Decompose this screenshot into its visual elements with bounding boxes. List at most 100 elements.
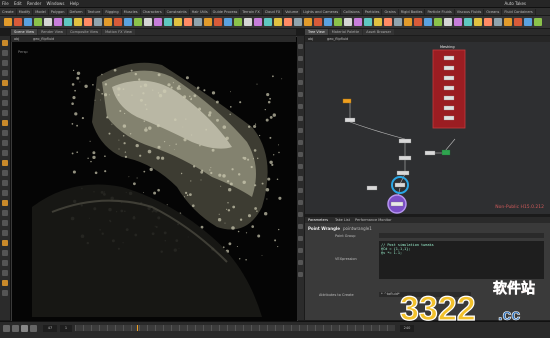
shelf-tool-icon[interactable]: [534, 18, 542, 26]
playhead[interactable]: [136, 325, 138, 331]
null1-node[interactable]: [366, 185, 378, 191]
shelf-tool-icon[interactable]: [284, 18, 292, 26]
viewport-tool-icon[interactable]: [2, 230, 8, 236]
display-option-icon[interactable]: [298, 248, 303, 253]
meshing-node[interactable]: [443, 95, 455, 101]
meshing-node[interactable]: [443, 105, 455, 111]
shelf-tool-icon[interactable]: [184, 18, 192, 26]
menu-file[interactable]: File: [0, 0, 11, 7]
shelf-tool-icon[interactable]: [24, 18, 32, 26]
viewport-tool-icon[interactable]: [2, 40, 8, 46]
shelf-tab[interactable]: Collisions: [341, 9, 363, 15]
display-option-icon[interactable]: [298, 200, 303, 205]
display-option-icon[interactable]: [298, 152, 303, 157]
meshing-node[interactable]: [443, 85, 455, 91]
node-name-field[interactable]: pointwrangle1: [343, 226, 372, 231]
display-option-icon[interactable]: [298, 56, 303, 61]
shelf-tab[interactable]: Model: [33, 9, 49, 15]
viewport-persp-label[interactable]: Persp: [18, 50, 28, 54]
viewport-tool-icon[interactable]: [2, 160, 8, 166]
scene-viewport[interactable]: [11, 36, 298, 322]
flipsolver-node[interactable]: [344, 117, 356, 123]
shelf-tool-icon[interactable]: [204, 18, 212, 26]
shelf-tool-icon[interactable]: [244, 18, 252, 26]
flip-source-node[interactable]: [342, 98, 352, 104]
tab-take-list[interactable]: Take List: [335, 217, 350, 223]
shelf-tool-icon[interactable]: [344, 18, 352, 26]
shelf-tool-icon[interactable]: [514, 18, 522, 26]
shelf-tool-icon[interactable]: [454, 18, 462, 26]
shelf-tool-icon[interactable]: [324, 18, 332, 26]
tab-scene-view[interactable]: Scene View: [11, 29, 38, 35]
shelf-tool-icon[interactable]: [34, 18, 42, 26]
viewport-tool-icon[interactable]: [2, 50, 8, 56]
viewport-tool-icon[interactable]: [2, 130, 8, 136]
display-option-icon[interactable]: [298, 68, 303, 73]
play-back-icon[interactable]: [3, 325, 10, 332]
green-null-node[interactable]: [441, 149, 451, 156]
shelf-tab[interactable]: Muscles: [122, 9, 141, 15]
network-path[interactable]: obj: [308, 36, 313, 42]
meshing-node[interactable]: [443, 115, 455, 121]
shelf-tab[interactable]: Fluid Containers: [502, 9, 536, 15]
tab-parameters[interactable]: Parameters: [308, 217, 328, 223]
shelf-tool-icon[interactable]: [474, 18, 482, 26]
shelf-tool-icon[interactable]: [224, 18, 232, 26]
shelf-tool-icon[interactable]: [154, 18, 162, 26]
shelf-tool-icon[interactable]: [4, 18, 12, 26]
display-option-icon[interactable]: [298, 44, 303, 49]
shelf-tool-icon[interactable]: [524, 18, 532, 26]
shelf-tool-icon[interactable]: [504, 18, 512, 26]
shelf-tool-icon[interactable]: [174, 18, 182, 26]
shelf-tool-icon[interactable]: [434, 18, 442, 26]
viewport-tool-icon[interactable]: [2, 140, 8, 146]
dopimport-node[interactable]: [398, 155, 412, 161]
shelf-tab[interactable]: Guide Process: [211, 9, 241, 15]
step-forward-icon[interactable]: [30, 325, 37, 332]
viewport-tool-icon[interactable]: [2, 120, 8, 126]
display-option-icon[interactable]: [298, 128, 303, 133]
viewport-tool-icon[interactable]: [2, 100, 8, 106]
viewport-tool-icon[interactable]: [2, 90, 8, 96]
shelf-tab[interactable]: Characters: [141, 9, 165, 15]
shelf-tool-icon[interactable]: [124, 18, 132, 26]
shelf-tool-icon[interactable]: [384, 18, 392, 26]
shelf-tool-icon[interactable]: [254, 18, 262, 26]
shelf-tab[interactable]: Modify: [17, 9, 34, 15]
step-back-icon[interactable]: [12, 325, 19, 332]
viewport-path[interactable]: obj: [14, 36, 19, 42]
menu-render[interactable]: Render: [25, 0, 43, 7]
display-option-icon[interactable]: [298, 224, 303, 229]
shelf-tool-icon[interactable]: [234, 18, 242, 26]
shelf-tab[interactable]: Viscous Fluids: [455, 9, 485, 15]
shelf-tab[interactable]: Particle Fluids: [425, 9, 455, 15]
shelf-tool-icon[interactable]: [444, 18, 452, 26]
shelf-tool-icon[interactable]: [44, 18, 52, 26]
network-editor[interactable]: Meshing Non-Public H15.0.212: [305, 36, 550, 214]
fluidcompress-node[interactable]: [398, 138, 412, 144]
display-option-icon[interactable]: [298, 188, 303, 193]
shelf-tab[interactable]: Deform: [68, 9, 86, 15]
shelf-tool-icon[interactable]: [54, 18, 62, 26]
shelf-tool-icon[interactable]: [64, 18, 72, 26]
shelf-tab[interactable]: Particles: [363, 9, 383, 15]
out-node[interactable]: [390, 201, 404, 207]
tab-render-view[interactable]: Render View: [38, 29, 66, 35]
play-icon[interactable]: [21, 325, 28, 332]
shelf-tool-icon[interactable]: [164, 18, 172, 26]
shelf-tool-icon[interactable]: [404, 18, 412, 26]
display-option-icon[interactable]: [298, 92, 303, 97]
shelf-tool-icon[interactable]: [464, 18, 472, 26]
tab-performance-monitor[interactable]: Performance Monitor: [355, 217, 392, 223]
shelf-tool-icon[interactable]: [294, 18, 302, 26]
shelf-tab[interactable]: Rigid Bodies: [399, 9, 426, 15]
shelf-tool-icon[interactable]: [264, 18, 272, 26]
viewport-tool-icon[interactable]: [2, 210, 8, 216]
shelf-tab[interactable]: Constraints: [165, 9, 190, 15]
shelf-tool-icon[interactable]: [194, 18, 202, 26]
viewport-tool-icon[interactable]: [2, 290, 8, 296]
shelf-tool-icon[interactable]: [14, 18, 22, 26]
shelf-tab[interactable]: Volume: [283, 9, 302, 15]
display-option-icon[interactable]: [298, 176, 303, 181]
shelf-tool-icon[interactable]: [144, 18, 152, 26]
